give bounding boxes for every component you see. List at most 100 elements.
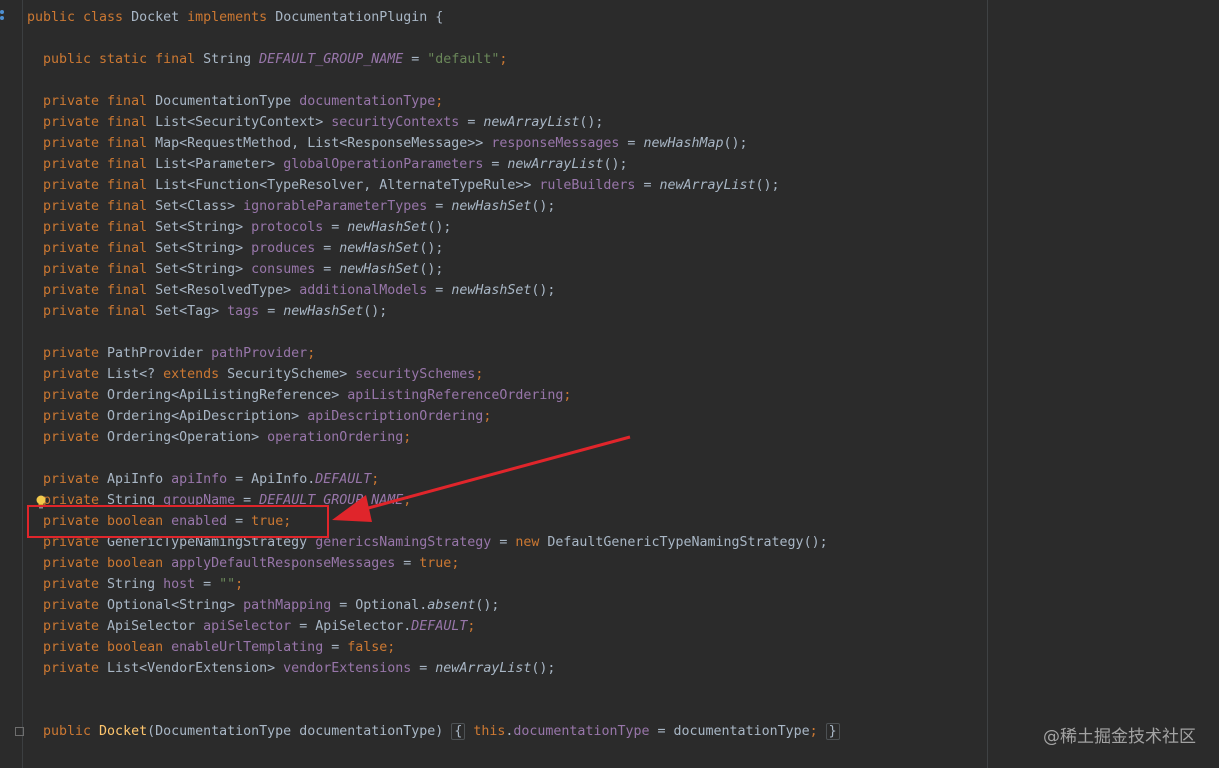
code-line-vendor-extensions[interactable]: private List<VendorExtension> vendorExte… xyxy=(43,658,555,679)
code-line-host[interactable]: private String host = ""; xyxy=(43,574,243,595)
token-class-ref: ApiInfo. xyxy=(251,472,316,487)
token-punct: (); xyxy=(363,304,388,319)
code-line-final-field[interactable]: private final Set<ResolvedType> addition… xyxy=(43,280,555,301)
code-line-apply-default[interactable]: private boolean applyDefaultResponseMess… xyxy=(43,553,459,574)
token-field: enableUrlTemplating xyxy=(171,640,324,655)
token-operator: = xyxy=(315,262,340,277)
token-method-name: Docket xyxy=(99,724,148,739)
token-keyword: extends xyxy=(163,367,228,382)
token-type: PathProvider xyxy=(107,346,212,361)
code-line-class-decl[interactable]: public class Docket implements Documenta… xyxy=(27,7,443,28)
token-keyword: private xyxy=(43,388,108,403)
line-gutter[interactable] xyxy=(0,0,23,768)
token-class-ref: ApiSelector. xyxy=(315,619,412,634)
token-keyword: private xyxy=(43,661,108,676)
code-line-ordering-field[interactable]: private Ordering<ApiListingReference> ap… xyxy=(43,385,571,406)
token-punct: (); xyxy=(475,598,500,613)
code-line-final-field[interactable]: private final List<Function<TypeResolver… xyxy=(43,175,780,196)
token-keyword: final xyxy=(107,157,156,172)
token-params: (DocumentationType documentationType) xyxy=(147,724,444,739)
code-line-final-field[interactable]: private final Set<Class> ignorableParame… xyxy=(43,196,555,217)
token-type: Ordering<ApiDescription> xyxy=(107,409,308,424)
token-punct: (); xyxy=(603,157,628,172)
code-line-constructor[interactable]: public Docket(DocumentationType document… xyxy=(43,721,840,742)
token-operator: = xyxy=(649,724,674,739)
token-punct: (); xyxy=(531,199,556,214)
token-static-call: newArrayList xyxy=(507,157,604,172)
token-keyword: public static final xyxy=(43,52,204,67)
token-static-field: DEFAULT xyxy=(411,619,468,634)
code-line-final-field[interactable]: private final DocumentationType document… xyxy=(43,91,443,112)
token-param-ref: documentationType xyxy=(673,724,810,739)
code-line-final-field[interactable]: private final Set<String> protocols = ne… xyxy=(43,217,451,238)
right-margin-guide xyxy=(987,0,988,768)
token-field: applyDefaultResponseMessages xyxy=(171,556,396,571)
token-operator: = xyxy=(619,136,644,151)
token-keyword: private xyxy=(43,241,108,256)
code-line-url-templating[interactable]: private boolean enableUrlTemplating = fa… xyxy=(43,637,395,658)
token-operator: = xyxy=(259,304,284,319)
token-keyword: private xyxy=(43,94,108,109)
token-field: genericsNamingStrategy xyxy=(315,535,492,550)
token-type: DocumentationType xyxy=(155,94,300,109)
token-semicolon: ; xyxy=(451,556,460,571)
token-punct: (); xyxy=(419,241,444,256)
code-line-final-field[interactable]: private final List<SecurityContext> secu… xyxy=(43,112,603,133)
code-line-api-selector[interactable]: private ApiSelector apiSelector = ApiSel… xyxy=(43,616,475,637)
token-operator: = xyxy=(395,556,420,571)
code-editor[interactable]: public class Docket implements Documenta… xyxy=(0,0,1219,768)
code-line-ordering-field[interactable]: private Ordering<ApiDescription> apiDesc… xyxy=(43,406,491,427)
code-line-final-field[interactable]: private final Set<String> produces = new… xyxy=(43,238,443,259)
token-static-call: newHashSet xyxy=(347,220,428,235)
fold-toggle-icon[interactable] xyxy=(15,727,24,736)
token-type: Set<Class> xyxy=(155,199,244,214)
token-type: List<SecurityContext> xyxy=(155,115,332,130)
code-line-final-field[interactable]: private final Set<String> consumes = new… xyxy=(43,259,443,280)
token-literal: false xyxy=(347,640,388,655)
folded-brace-open[interactable]: { xyxy=(451,723,466,740)
token-string: "default" xyxy=(427,52,500,67)
code-line-final-field[interactable]: private final List<Parameter> globalOper… xyxy=(43,154,627,175)
token-keyword: private xyxy=(43,178,108,193)
token-keyword: final xyxy=(107,304,156,319)
token-field: apiDescriptionOrdering xyxy=(307,409,484,424)
token-operator: = xyxy=(635,178,660,193)
code-line-final-field[interactable]: private final Set<Tag> tags = newHashSet… xyxy=(43,301,387,322)
code-line-path-provider[interactable]: private PathProvider pathProvider; xyxy=(43,343,315,364)
token-field: apiInfo xyxy=(171,472,228,487)
token-field: responseMessages xyxy=(491,136,620,151)
token-semicolon: ; xyxy=(235,577,244,592)
token-type: String xyxy=(107,577,164,592)
token-semicolon: ; xyxy=(475,367,484,382)
token-punct: (); xyxy=(723,136,748,151)
token-field: pathProvider xyxy=(211,346,308,361)
token-type: Set<ResolvedType> xyxy=(155,283,300,298)
token-field: produces xyxy=(251,241,316,256)
token-field: securityContexts xyxy=(331,115,460,130)
code-line-path-mapping[interactable]: private Optional<String> pathMapping = O… xyxy=(43,595,499,616)
token-keyword: private xyxy=(43,640,108,655)
code-line-final-field[interactable]: private final Map<RequestMethod, List<Re… xyxy=(43,133,748,154)
token-keyword: private xyxy=(43,367,108,382)
token-class-name: Docket xyxy=(131,10,188,25)
token-semicolon: ; xyxy=(387,640,396,655)
token-operator: = xyxy=(323,220,348,235)
token-keyword: final xyxy=(107,199,156,214)
token-type: List<Parameter> xyxy=(155,157,284,172)
token-punct: (); xyxy=(579,115,604,130)
code-line-security-schemes[interactable]: private List<? extends SecurityScheme> s… xyxy=(43,364,483,385)
code-line-api-info[interactable]: private ApiInfo apiInfo = ApiInfo.DEFAUL… xyxy=(43,469,379,490)
token-punct: (); xyxy=(419,262,444,277)
token-operator: = xyxy=(411,661,436,676)
token-type: Map<RequestMethod, List<ResponseMessage>… xyxy=(155,136,492,151)
token-keyword: boolean xyxy=(107,640,172,655)
token-field: ruleBuilders xyxy=(539,178,636,193)
folded-brace-close[interactable]: } xyxy=(825,723,840,740)
token-punct: (); xyxy=(755,178,780,193)
token-keyword: private xyxy=(43,199,108,214)
implementation-marker-icon[interactable] xyxy=(0,8,6,22)
token-static-call: newHashSet xyxy=(339,262,420,277)
code-line-default-group-name[interactable]: public static final String DEFAULT_GROUP… xyxy=(43,49,507,70)
code-line-ordering-field[interactable]: private Ordering<Operation> operationOrd… xyxy=(43,427,411,448)
token-static-call: newHashSet xyxy=(451,283,532,298)
